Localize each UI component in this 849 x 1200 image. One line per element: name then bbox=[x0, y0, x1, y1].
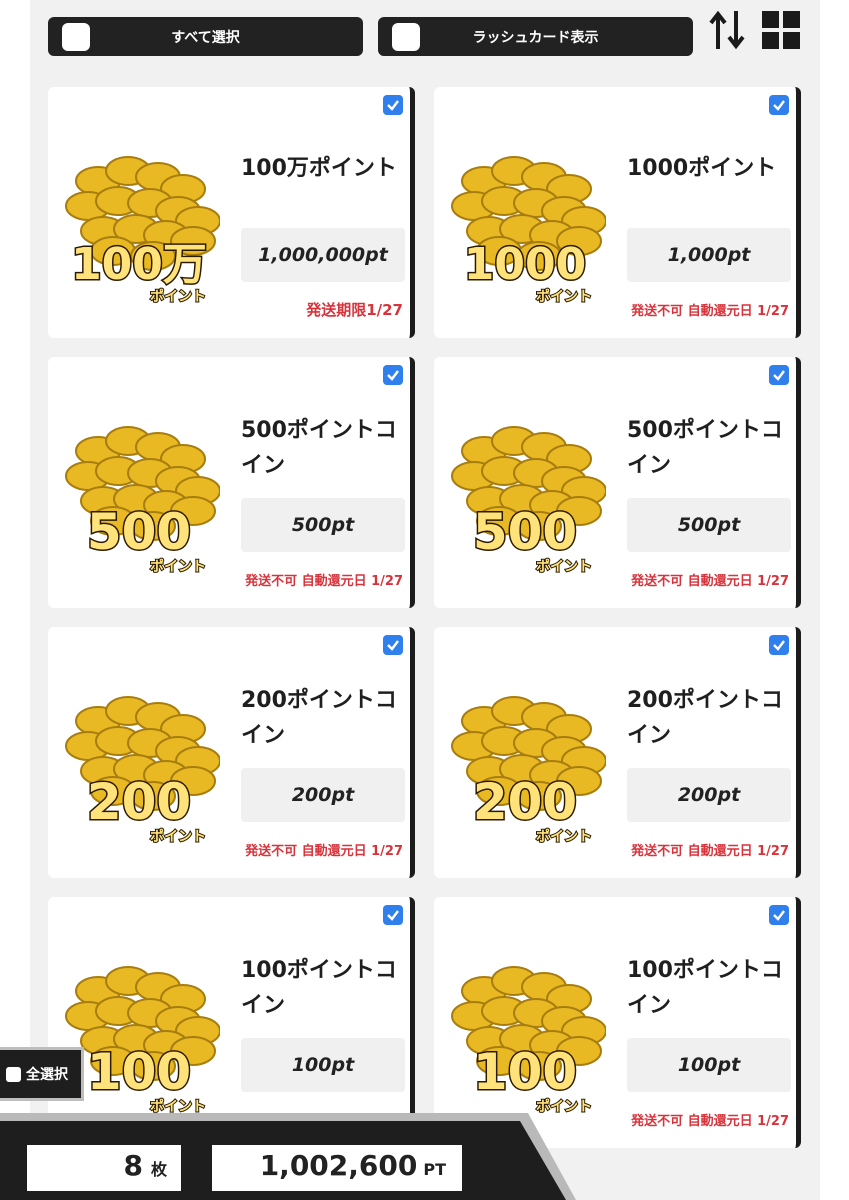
rush-card-label: ラッシュカード表示 bbox=[472, 29, 599, 46]
card-title: 500ポイントコイン bbox=[627, 418, 783, 478]
card-price: 1,000,000pt bbox=[241, 228, 405, 282]
coin-pile-image: 200ポイント bbox=[65, 696, 220, 846]
floating-select-all-checkbox[interactable] bbox=[6, 1066, 21, 1082]
coin-art-caption: ポイント bbox=[150, 558, 206, 575]
floating-select-all-button[interactable]: 全選択 bbox=[0, 1047, 84, 1101]
card-title: 500ポイントコイン bbox=[241, 418, 397, 478]
coin-pile-image: 100万ポイント bbox=[65, 156, 220, 306]
coin-art-number: 500 bbox=[87, 503, 191, 561]
card-checkbox[interactable] bbox=[769, 905, 789, 925]
card-note: 発送不可 自動還元日 1/27 bbox=[631, 574, 789, 589]
sort-updown-icon[interactable] bbox=[708, 9, 748, 51]
card-title: 1000ポイント bbox=[627, 156, 777, 181]
card-price: 500pt bbox=[241, 498, 405, 552]
coin-pile-image: 500ポイント bbox=[451, 426, 606, 576]
floating-select-all-label: 全選択 bbox=[26, 1067, 68, 1083]
card-checkbox[interactable] bbox=[383, 905, 403, 925]
rush-card-checkbox[interactable] bbox=[392, 23, 420, 51]
check-icon bbox=[387, 640, 399, 651]
selected-count-box: 8 枚 bbox=[27, 1145, 181, 1191]
card-price: 100pt bbox=[241, 1038, 405, 1092]
coin-art-number: 500 bbox=[473, 503, 577, 561]
card-checkbox[interactable] bbox=[769, 365, 789, 385]
reward-card[interactable]: 200 ポイント 200ポイントコイン 200pt 発送不可 自動還元日 1/27 bbox=[434, 627, 801, 878]
card-price: 200pt bbox=[627, 768, 791, 822]
card-price: 100pt bbox=[627, 1038, 791, 1092]
card-checkbox[interactable] bbox=[383, 635, 403, 655]
card-note: 発送期限1/27 bbox=[306, 301, 403, 319]
card-price: 1,000pt bbox=[627, 228, 791, 282]
total-points: 1,002,600 bbox=[259, 1149, 418, 1182]
card-title: 200ポイントコイン bbox=[627, 688, 783, 748]
coin-art-number: 1000 bbox=[464, 239, 586, 290]
reward-card[interactable]: 100万 ポイント 100万ポイント 1,000,000pt 発送期限1/27 bbox=[48, 87, 415, 338]
coin-pile-image: 500ポイント bbox=[65, 426, 220, 576]
coin-pile-image: 100ポイント bbox=[451, 966, 606, 1116]
coin-art-number: 100 bbox=[87, 1043, 191, 1101]
coin-art-caption: ポイント bbox=[536, 558, 592, 575]
check-icon bbox=[773, 910, 785, 921]
coin-art-number: 200 bbox=[473, 773, 577, 831]
card-title: 100ポイントコイン bbox=[627, 958, 783, 1018]
check-icon bbox=[387, 910, 399, 921]
card-title: 200ポイントコイン bbox=[241, 688, 397, 748]
coin-art-caption: ポイント bbox=[150, 828, 206, 845]
reward-card[interactable]: 1000 ポイント 1000ポイント 1,000pt 発送不可 自動還元日 1/27 bbox=[434, 87, 801, 338]
check-icon bbox=[387, 100, 399, 111]
check-icon bbox=[387, 370, 399, 381]
card-title: 100ポイントコイン bbox=[241, 958, 397, 1018]
coin-pile-image: 1000ポイント bbox=[451, 156, 606, 306]
select-all-label: すべて選択 bbox=[171, 29, 240, 46]
coin-pile-image: 200ポイント bbox=[451, 696, 606, 846]
coin-art-number: 200 bbox=[87, 773, 191, 831]
card-note: 発送不可 自動還元日 1/27 bbox=[245, 574, 403, 589]
select-all-checkbox[interactable] bbox=[62, 23, 90, 51]
reward-card[interactable]: 100ポイント100ポイントコイン100pt発送不可 自動還元日 1/27 bbox=[434, 897, 801, 1148]
card-checkbox[interactable] bbox=[383, 95, 403, 115]
check-icon bbox=[773, 370, 785, 381]
total-points-box: 1,002,600 PT bbox=[212, 1145, 462, 1191]
coin-art-number: 100万 bbox=[71, 239, 207, 290]
coin-art-number: 100 bbox=[473, 1043, 577, 1101]
card-note: 発送不可 自動還元日 1/27 bbox=[631, 844, 789, 859]
reward-card[interactable]: 500 ポイント 500ポイントコイン 500pt 発送不可 自動還元日 1/27 bbox=[434, 357, 801, 608]
reward-card[interactable]: 100ポイント100ポイントコイン100pt発送不可 自動還元日 1/27 bbox=[48, 897, 415, 1148]
coin-art-caption: ポイント bbox=[536, 828, 592, 845]
reward-card[interactable]: 500 ポイント 500ポイントコイン 500pt 発送不可 自動還元日 1/27 bbox=[48, 357, 415, 608]
reward-card[interactable]: 200 ポイント 200ポイントコイン 200pt 発送不可 自動還元日 1/27 bbox=[48, 627, 415, 878]
card-note: 発送不可 自動還元日 1/27 bbox=[245, 844, 403, 859]
check-icon bbox=[773, 640, 785, 651]
total-points-unit: PT bbox=[423, 1160, 446, 1179]
selected-count: 8 bbox=[123, 1149, 143, 1182]
selected-count-unit: 枚 bbox=[150, 1160, 167, 1179]
card-price: 200pt bbox=[241, 768, 405, 822]
card-title: 100万ポイント bbox=[241, 156, 397, 181]
card-checkbox[interactable] bbox=[769, 95, 789, 115]
rush-card-toggle-button[interactable]: ラッシュカード表示 bbox=[378, 17, 693, 56]
coin-art-caption: ポイント bbox=[536, 288, 592, 305]
select-all-button[interactable]: すべて選択 bbox=[48, 17, 363, 56]
card-checkbox[interactable] bbox=[769, 635, 789, 655]
grid-view-icon[interactable] bbox=[761, 10, 801, 50]
card-price: 500pt bbox=[627, 498, 791, 552]
card-checkbox[interactable] bbox=[383, 365, 403, 385]
card-note: 発送不可 自動還元日 1/27 bbox=[631, 304, 789, 319]
check-icon bbox=[773, 100, 785, 111]
coin-art-caption: ポイント bbox=[150, 288, 206, 305]
